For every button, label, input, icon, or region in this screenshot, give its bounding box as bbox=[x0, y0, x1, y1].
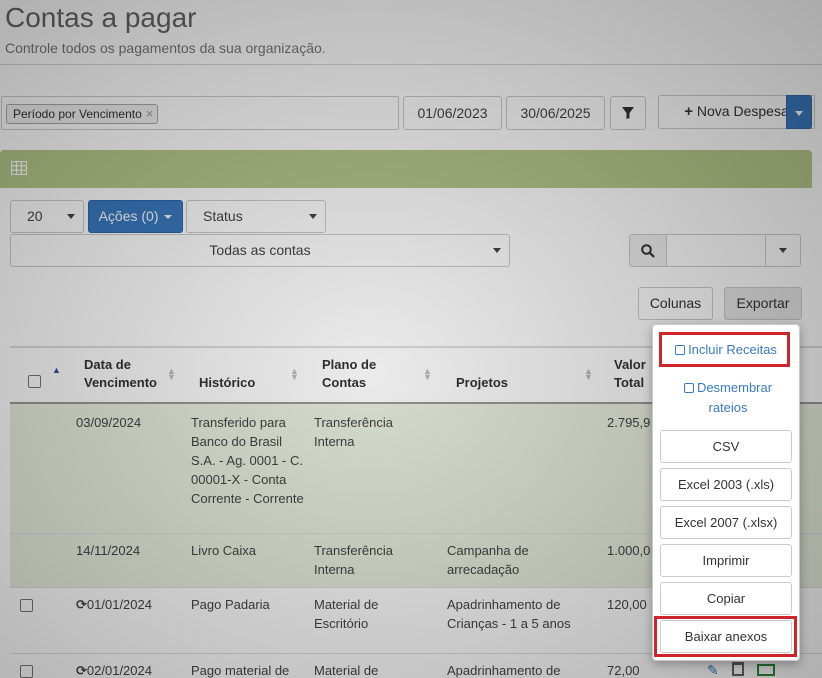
date-end-input[interactable]: 30/06/2025 bbox=[506, 96, 605, 130]
accounts-value: Todas as contas bbox=[209, 242, 311, 258]
row-date: 03/09/2024 bbox=[76, 415, 142, 430]
header-historico[interactable]: Histórico bbox=[199, 374, 255, 392]
row-valor: 120,00 bbox=[607, 597, 647, 612]
columns-button[interactable]: Colunas bbox=[638, 287, 713, 320]
print-button[interactable]: Imprimir bbox=[660, 544, 792, 577]
row-plano: Transferência Interna bbox=[314, 543, 393, 577]
page-size-value: 20 bbox=[27, 208, 43, 224]
money-icon[interactable] bbox=[757, 664, 775, 676]
caret-down-icon bbox=[779, 248, 787, 253]
row-date: 01/01/2024 bbox=[86, 597, 152, 612]
title-divider bbox=[0, 64, 822, 65]
row-date: 14/11/2024 bbox=[76, 543, 141, 558]
filter-button[interactable] bbox=[610, 96, 646, 130]
row-valor: 72,00 bbox=[607, 663, 640, 678]
recurring-icon: ⟳ bbox=[76, 663, 87, 678]
status-value: Status bbox=[203, 208, 243, 224]
row-valor: 1.000,0 bbox=[607, 543, 651, 558]
filter-tags-input[interactable]: Período por Vencimento × bbox=[1, 96, 399, 130]
highlight-include-receitas bbox=[659, 332, 790, 367]
header-valor-total[interactable]: Valor Total bbox=[614, 356, 654, 392]
sort-asc-icon[interactable]: ▲ bbox=[52, 366, 61, 375]
filter-tag-periodo: Período por Vencimento × bbox=[6, 104, 159, 124]
search-addon bbox=[629, 234, 667, 267]
desmembrar-rateios-option[interactable]: Desmembrar rateios bbox=[673, 378, 783, 418]
desmembrar-rateios-label: Desmembrar rateios bbox=[696, 380, 773, 415]
page-subtitle: Controle todos os pagamentos da sua orga… bbox=[5, 40, 326, 56]
filter-tag-label: Período por Vencimento bbox=[13, 107, 142, 121]
table-grid-icon bbox=[11, 161, 27, 175]
row-projeto: Apadrinhamento de bbox=[447, 663, 561, 678]
export-csv-button[interactable]: CSV bbox=[660, 430, 792, 463]
row-valor: 2.795,9 bbox=[607, 415, 651, 430]
new-expense-label: Nova Despesa bbox=[696, 103, 789, 119]
row-checkbox[interactable] bbox=[20, 599, 33, 612]
export-menu: Incluir Receitas Desmembrar rateios CSV … bbox=[652, 324, 800, 661]
sort-icon[interactable]: ▲ ▼ bbox=[290, 367, 299, 382]
row-projeto: Campanha de arrecadação bbox=[447, 543, 529, 577]
search-dropdown-toggle[interactable] bbox=[765, 234, 801, 267]
remove-tag-icon[interactable]: × bbox=[146, 106, 154, 121]
panel-heading bbox=[0, 150, 812, 188]
date-start-input[interactable]: 01/06/2023 bbox=[403, 96, 502, 130]
header-data-vencimento[interactable]: Data de Vencimento bbox=[84, 356, 174, 392]
filter-icon bbox=[622, 107, 634, 119]
caret-down-icon bbox=[164, 215, 173, 219]
actions-button[interactable]: Ações (0) bbox=[88, 200, 183, 233]
row-historico: Pago material de bbox=[191, 663, 290, 678]
edit-icon[interactable]: ✎ bbox=[707, 662, 719, 678]
copy-button[interactable]: Copiar bbox=[660, 582, 792, 615]
header-plano-contas[interactable]: Plano de Contas bbox=[322, 356, 412, 392]
row-plano: Material de Escritório bbox=[314, 597, 379, 631]
sort-icon[interactable]: ▲ ▼ bbox=[584, 367, 593, 382]
row-historico: Pago Padaria bbox=[191, 597, 270, 612]
new-expense-dropdown-toggle[interactable] bbox=[786, 95, 812, 129]
sort-icon[interactable]: ▲ ▼ bbox=[423, 367, 432, 382]
row-date-cell: ⟳01/01/2024 bbox=[76, 595, 152, 614]
export-button[interactable]: Exportar bbox=[724, 287, 802, 320]
caret-down-icon bbox=[493, 248, 501, 253]
select-all-checkbox[interactable] bbox=[28, 375, 41, 388]
accounts-select[interactable]: Todas as contas bbox=[10, 234, 510, 267]
row-historico: Livro Caixa bbox=[191, 543, 257, 558]
highlight-download-attachments bbox=[654, 616, 797, 657]
row-projeto: Apadrinhamento de Crianças - 1 a 5 anos bbox=[447, 597, 571, 631]
export-xls-button[interactable]: Excel 2003 (.xls) bbox=[660, 468, 792, 501]
status-select[interactable]: Status bbox=[186, 200, 326, 233]
search-icon bbox=[641, 244, 655, 258]
page-size-select[interactable]: 20 bbox=[10, 200, 84, 233]
sort-icon[interactable]: ▲ ▼ bbox=[167, 367, 176, 382]
page-title: Contas a pagar bbox=[5, 2, 197, 33]
row-plano: Transferência Interna bbox=[314, 415, 393, 449]
export-xlsx-button[interactable]: Excel 2007 (.xlsx) bbox=[660, 506, 792, 539]
plus-icon: + bbox=[684, 103, 694, 120]
recurring-icon: ⟳ bbox=[76, 597, 87, 612]
chevron-down-icon bbox=[67, 214, 75, 219]
actions-label: Ações (0) bbox=[98, 208, 159, 224]
chevron-down-icon bbox=[309, 214, 317, 219]
search-input[interactable] bbox=[666, 234, 766, 267]
header-projetos[interactable]: Projetos bbox=[456, 374, 508, 392]
checkbox-icon bbox=[683, 383, 694, 393]
trash-icon[interactable] bbox=[732, 662, 744, 676]
row-checkbox[interactable] bbox=[20, 665, 33, 678]
row-plano: Material de bbox=[314, 663, 379, 678]
row-historico: Transferido para Banco do Brasil S.A. - … bbox=[191, 415, 304, 506]
chevron-down-icon bbox=[795, 111, 803, 116]
row-date-cell: ⟳02/01/2024 bbox=[76, 661, 152, 678]
row-date: 02/01/2024 bbox=[86, 663, 152, 678]
